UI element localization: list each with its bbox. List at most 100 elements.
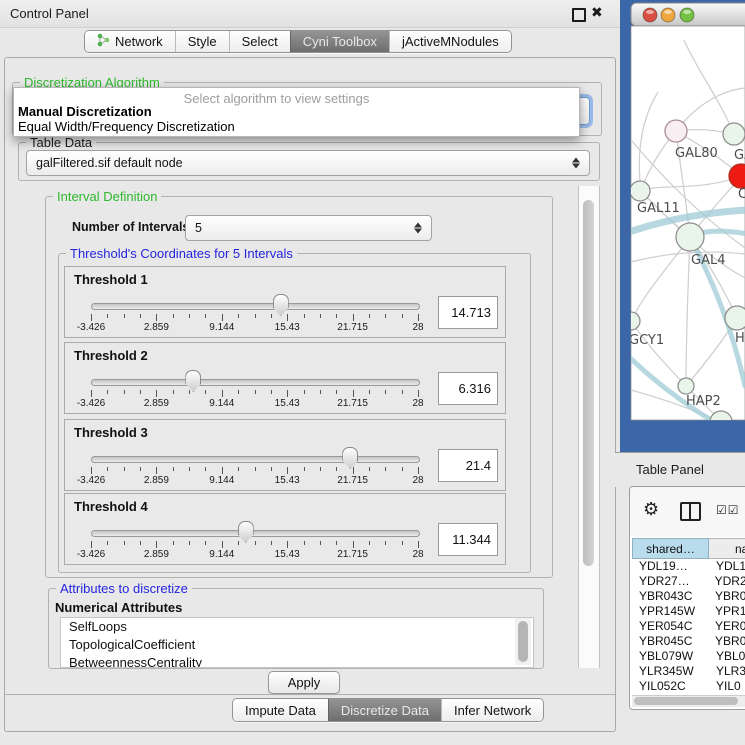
cell-shared-name[interactable]: YIL052C (632, 679, 711, 694)
slider-tick-label: 9.144 (209, 475, 234, 486)
tab-label: Cyni Toolbox (303, 34, 377, 49)
network-node[interactable] (725, 306, 745, 330)
table-row[interactable]: YBL079WYBL0 (632, 649, 745, 664)
slider-tick-label: 2.859 (144, 322, 169, 333)
threshold-value-field[interactable]: 11.344 (438, 523, 498, 556)
cell-name[interactable]: YDR2 (710, 574, 745, 589)
table-row[interactable]: YDR27…YDR2 (632, 574, 745, 589)
table-row[interactable]: YDL19…YDL1 (632, 559, 745, 574)
network-view[interactable]: GAL80GACGAL11GAL4GCY1HHAP2 (620, 0, 745, 455)
attribute-list-item[interactable]: BetweennessCentrality (61, 654, 533, 668)
slider-tick (271, 390, 272, 394)
slider-thumb[interactable] (185, 370, 201, 392)
network-node[interactable] (676, 223, 704, 251)
tab-label: Style (188, 34, 217, 49)
slider-thumb[interactable] (238, 521, 254, 543)
tab-network[interactable]: Network (85, 31, 175, 52)
tab-infer-network[interactable]: Infer Network (441, 699, 543, 721)
tab-jactivemnodules[interactable]: jActiveMNodules (389, 31, 511, 52)
table-data-combo[interactable]: galFiltered.sif default node (26, 150, 590, 176)
slider-tick (353, 541, 354, 548)
float-panel-icon[interactable] (572, 8, 586, 22)
tab-select[interactable]: Select (229, 31, 290, 52)
slider-tick (271, 314, 272, 318)
tab-label: Impute Data (245, 703, 316, 718)
apply-button[interactable]: Apply (268, 671, 340, 694)
network-node[interactable] (723, 123, 745, 145)
cell-shared-name[interactable]: YDR27… (632, 574, 710, 589)
columns-icon[interactable] (680, 502, 701, 521)
network-node[interactable] (678, 378, 694, 394)
select-columns-icon[interactable]: ☑☑ (716, 503, 740, 517)
slider-track[interactable] (91, 530, 420, 537)
threshold-value-field[interactable]: 14.713 (438, 296, 498, 329)
column-header-shared-name[interactable]: shared… (632, 538, 709, 559)
attribute-list-item[interactable]: TopologicalCoefficient (61, 636, 533, 654)
table-row[interactable]: YBR043CYBR0 (632, 589, 745, 604)
table-row[interactable]: YBR045CYBR0 (632, 634, 745, 649)
cell-shared-name[interactable]: YBR045C (632, 634, 710, 649)
slider-tick (369, 314, 370, 318)
slider-track[interactable] (91, 303, 420, 310)
dropdown-option-equal-width[interactable]: Equal Width/Frequency Discretization (18, 119, 235, 134)
table-body[interactable]: YDL19…YDL1YDR27…YDR2YBR043CYBR0YPR145WYP… (632, 559, 745, 695)
cell-shared-name[interactable]: YBR043C (632, 589, 710, 604)
slider-tick-label: 2.859 (144, 475, 169, 486)
num-intervals-label: Number of Intervals (72, 220, 189, 234)
slider-track[interactable] (91, 456, 420, 463)
table-row[interactable]: YIL052CYIL0 (632, 679, 745, 694)
table-row[interactable]: YPR145WYPR1 (632, 604, 745, 619)
cell-name[interactable]: YIL0 (711, 679, 741, 694)
cell-name[interactable]: YBL0 (711, 649, 745, 664)
threshold-value-field[interactable]: 6.316 (438, 372, 498, 405)
slider-thumb[interactable] (342, 447, 358, 469)
slider-tick (320, 467, 321, 471)
column-header-name[interactable]: na (709, 538, 745, 559)
gear-icon[interactable]: ⚙ (643, 499, 659, 520)
cell-shared-name[interactable]: YPR145W (632, 604, 710, 619)
network-node[interactable] (665, 120, 687, 142)
cell-name[interactable]: YBR0 (710, 634, 745, 649)
slider-tick (173, 541, 174, 545)
tab-cyni-toolbox[interactable]: Cyni Toolbox (290, 31, 389, 52)
slider-tick (353, 314, 354, 321)
attributes-scrollbar[interactable] (515, 618, 531, 665)
cell-shared-name[interactable]: YLR345W (632, 664, 711, 679)
tab-discretize-data[interactable]: Discretize Data (328, 699, 441, 721)
table-panel: ⚙ ☑☑ shared… na YDL19…YDL1YDR27…YDR2YBR0… (629, 486, 745, 710)
slider-tick-label: 15.43 (275, 475, 300, 486)
tab-impute-data[interactable]: Impute Data (233, 699, 328, 721)
num-intervals-combo[interactable]: 5 (185, 215, 432, 241)
slider-tick (91, 314, 92, 321)
cell-name[interactable]: YLR3 (711, 664, 745, 679)
numerical-attributes-list[interactable]: SelfLoopsTopologicalCoefficientBetweenne… (60, 617, 534, 668)
slider-tick-label: 21.715 (337, 398, 368, 409)
slider-tick (271, 541, 272, 545)
network-node[interactable] (630, 181, 650, 201)
cell-shared-name[interactable]: YER054C (632, 619, 710, 634)
cell-shared-name[interactable]: YBL079W (632, 649, 711, 664)
cell-name[interactable]: YBR0 (710, 589, 745, 604)
threshold-value-field[interactable]: 21.4 (438, 449, 498, 482)
dropdown-option-manual[interactable]: Manual Discretization (18, 104, 152, 119)
table-row[interactable]: YER054CYER0 (632, 619, 745, 634)
slider-tick-label: -3.426 (77, 398, 105, 409)
slider-tick (385, 467, 386, 471)
cell-name[interactable]: YPR1 (710, 604, 745, 619)
table-horizontal-scrollbar[interactable] (632, 695, 745, 707)
panel-scrollbar-thumb[interactable] (583, 200, 594, 566)
tab-label: Select (242, 34, 278, 49)
tab-style[interactable]: Style (175, 31, 229, 52)
cell-name[interactable]: YER0 (710, 619, 745, 634)
attribute-list-item[interactable]: SelfLoops (61, 618, 533, 636)
cell-shared-name[interactable]: YDL19… (632, 559, 711, 574)
cell-name[interactable]: YDL1 (711, 559, 745, 574)
table-horizontal-scrollbar-thumb[interactable] (634, 697, 738, 705)
slider-track[interactable] (91, 379, 420, 386)
panel-scrollbar[interactable] (578, 186, 600, 668)
node-label: GA (734, 148, 745, 163)
close-icon[interactable]: ✖ (591, 4, 603, 21)
table-row[interactable]: YLR345WYLR3 (632, 664, 745, 679)
slider-thumb[interactable] (273, 294, 289, 316)
attributes-scrollbar-thumb[interactable] (518, 621, 528, 662)
